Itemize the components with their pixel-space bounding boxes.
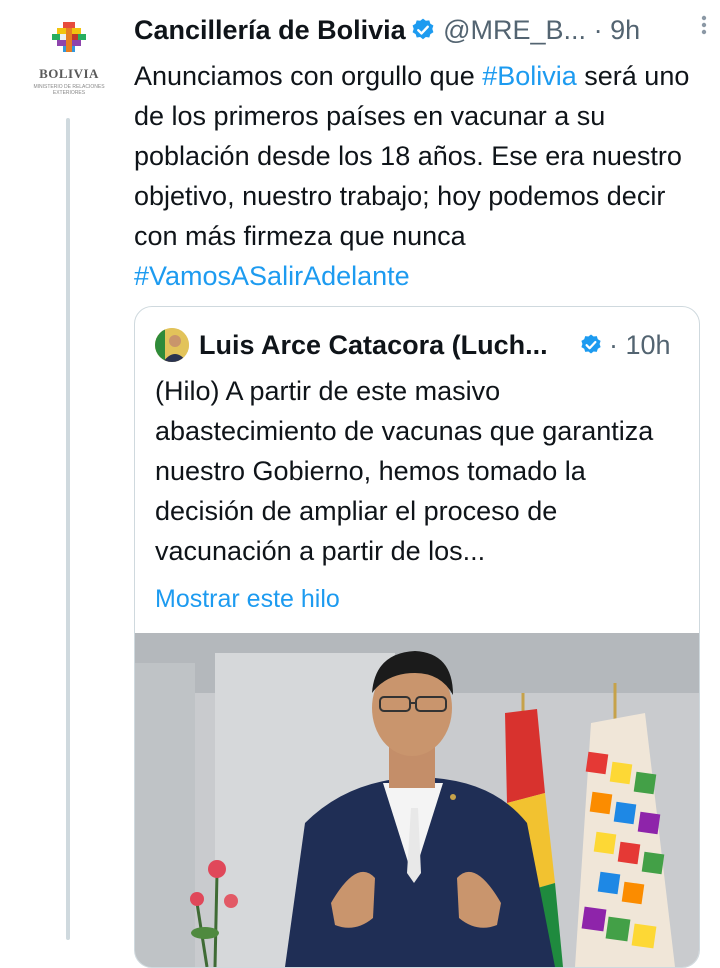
tweet-text-part1: Anunciamos con orgullo que [134,61,483,91]
author-handle[interactable]: @MRE_B... [443,15,586,45]
quoted-tweet-card[interactable]: Luis Arce Catacora (Luch... · 10h (Hilo)… [134,306,700,968]
tweet-timestamp[interactable]: 9h [610,15,640,45]
hashtag-vamos-a-salir-adelante[interactable]: #VamosASalirAdelante [134,261,410,291]
quoted-tweet-header: Luis Arce Catacora (Luch... · 10h [155,327,685,363]
verified-badge-icon [412,18,434,40]
quoted-author-name[interactable]: Luis Arce Catacora (Luch... [199,327,548,363]
quoted-verified-badge-icon [581,334,601,354]
tweet-body: Anunciamos con orgullo que #Bolivia será… [134,56,704,296]
author-name[interactable]: Cancillería de Bolivia [134,15,406,45]
more-options-icon[interactable] [694,10,714,40]
quoted-tweet-image[interactable] [135,633,699,967]
thread-connector-line [66,118,70,940]
avatar-label: BOLIVIA [39,66,99,81]
hashtag-bolivia[interactable]: #Bolivia [482,61,577,91]
show-thread-link[interactable]: Mostrar este hilo [155,581,340,617]
quoted-avatar-photo [155,328,189,362]
author-avatar[interactable]: BOLIVIA MINISTERIO DE RELACIONES EXTERIO… [24,14,114,104]
quoted-tweet-text: (Hilo) A partir de este masivo abastecim… [155,376,654,566]
tweet-header: Cancillería de Bolivia @MRE_B... · 9h [134,10,704,50]
bolivia-emblem-icon [52,22,86,52]
separator-dot: · [593,15,603,45]
quoted-tweet-timestamp[interactable]: · 10h [609,327,671,363]
quoted-author-avatar[interactable] [155,328,189,362]
president-speaking-photo [135,633,699,967]
avatar-sublabel: MINISTERIO DE RELACIONES EXTERIORES [33,84,105,96]
